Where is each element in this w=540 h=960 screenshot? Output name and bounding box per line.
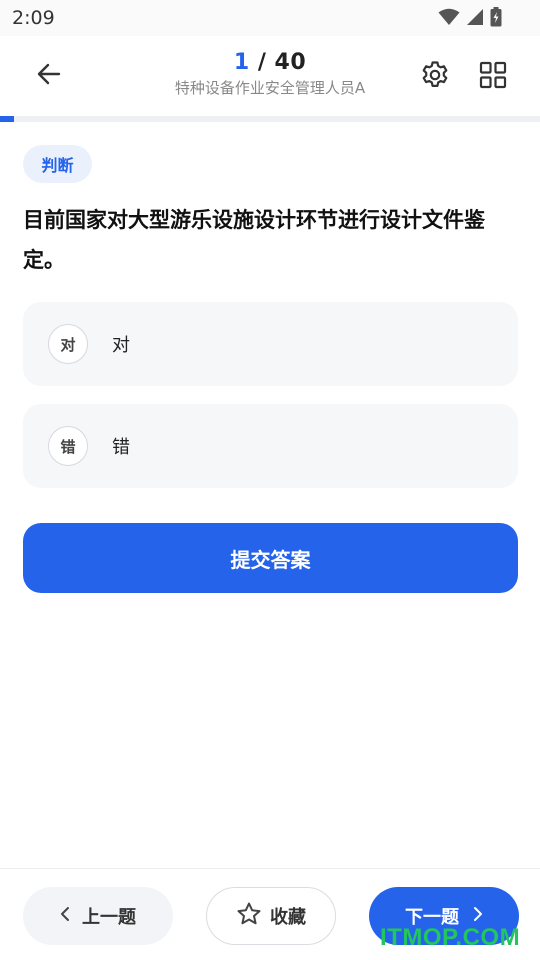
arrow-left-icon <box>37 63 61 89</box>
favorite-button[interactable]: 收藏 <box>206 887 336 945</box>
submit-answer-button[interactable]: 提交答案 <box>23 523 518 593</box>
question-grid-button[interactable] <box>474 58 512 96</box>
progress-separator: / <box>249 50 275 75</box>
back-button[interactable] <box>28 58 70 94</box>
favorite-label: 收藏 <box>270 907 306 928</box>
option-key: 错 <box>48 426 88 466</box>
option-key: 对 <box>48 324 88 364</box>
option-true[interactable]: 对 对 <box>23 302 518 386</box>
signal-icon <box>466 8 484 30</box>
progress-current: 1 <box>233 50 250 75</box>
question-type-badge: 判断 <box>23 145 92 183</box>
progress-bar-fill <box>0 116 14 122</box>
option-false[interactable]: 错 错 <box>23 404 518 488</box>
gear-icon <box>420 60 450 94</box>
option-label: 错 <box>112 437 130 458</box>
question-text: 目前国家对大型游乐设施设计环节进行设计文件鉴定。 <box>23 208 485 272</box>
battery-icon <box>490 7 502 31</box>
chevron-left-icon <box>60 906 70 927</box>
previous-question-button[interactable]: 上一题 <box>23 887 173 945</box>
option-label: 对 <box>112 335 130 356</box>
header: 1 / 40 特种设备作业安全管理人员A <box>0 36 540 116</box>
previous-label: 上一题 <box>82 907 136 928</box>
progress-total: 40 <box>274 50 307 75</box>
status-time: 2:09 <box>12 7 55 29</box>
progress-bar <box>0 116 540 122</box>
grid-icon <box>479 61 507 93</box>
status-icons <box>438 7 502 31</box>
settings-button[interactable] <box>416 58 454 96</box>
question-progress: 1 / 40 特种设备作业安全管理人员A <box>120 50 420 98</box>
watermark: ITMOP.COM <box>380 924 521 951</box>
status-bar: 2:09 <box>0 0 540 36</box>
progress-counter: 1 / 40 <box>120 50 420 75</box>
wifi-icon <box>438 8 460 30</box>
star-outline-icon <box>236 901 262 932</box>
exam-subtitle: 特种设备作业安全管理人员A <box>174 79 366 97</box>
